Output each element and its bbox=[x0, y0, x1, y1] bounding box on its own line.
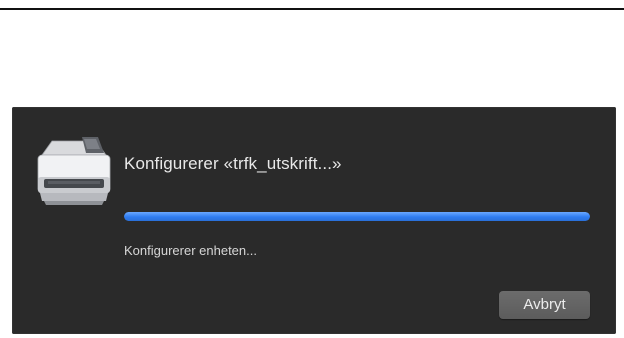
progress-bar bbox=[124, 212, 590, 221]
screenshot-page: Konfigurerer «trfk_utskrift...» Konfigur… bbox=[0, 0, 624, 338]
top-divider bbox=[0, 8, 624, 10]
dialog-title: Konfigurerer «trfk_utskrift...» bbox=[124, 154, 342, 173]
progress-bar-fill bbox=[124, 212, 590, 221]
top-clipped-heading bbox=[0, 0, 624, 8]
printer-setup-dialog: Konfigurerer «trfk_utskrift...» Konfigur… bbox=[12, 107, 616, 334]
printer-icon bbox=[34, 133, 114, 209]
cancel-button[interactable]: Avbryt bbox=[499, 291, 590, 319]
status-text: Konfigurerer enheten... bbox=[124, 243, 257, 258]
